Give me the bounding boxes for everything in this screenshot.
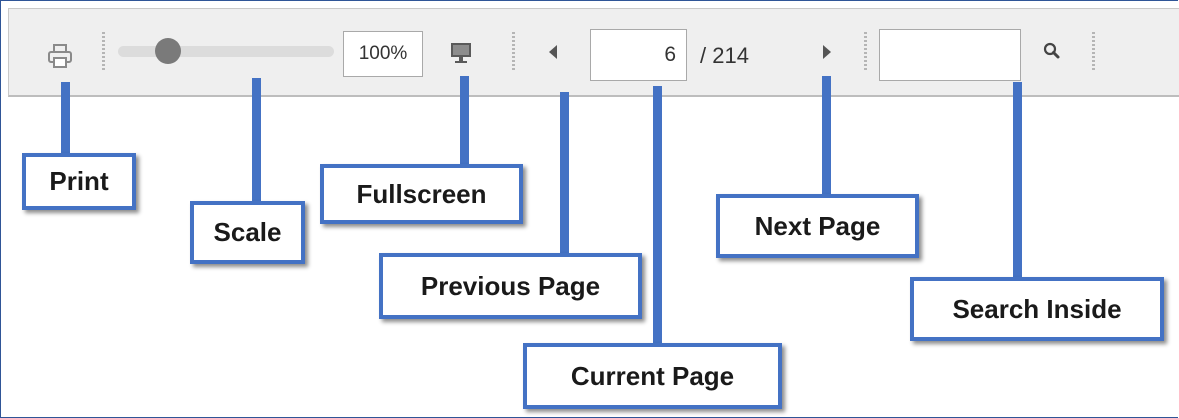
callout-line-print	[61, 82, 70, 158]
callout-label-current-page: Current Page	[523, 343, 782, 409]
scale-slider-track[interactable]	[118, 46, 334, 57]
monitor-icon[interactable]	[448, 40, 474, 66]
callout-label-print: Print	[22, 153, 136, 210]
toolbar-separator	[1092, 32, 1095, 72]
callout-label-scale: Scale	[190, 201, 305, 264]
triangle-right-icon[interactable]	[820, 42, 834, 62]
scale-slider-thumb[interactable]	[155, 38, 181, 64]
current-page-input[interactable]: 6	[590, 29, 687, 81]
total-pages-label: / 214	[700, 43, 749, 68]
callout-line-current-page	[653, 86, 662, 348]
toolbar-separator	[102, 32, 105, 72]
toolbar-separator	[512, 32, 515, 72]
callout-line-previous-page	[560, 92, 569, 258]
print-icon[interactable]	[45, 41, 75, 71]
callout-label-fullscreen: Fullscreen	[320, 164, 523, 224]
magnifier-icon[interactable]	[1041, 40, 1063, 62]
callout-line-search-inside	[1013, 82, 1022, 282]
callout-line-scale	[252, 78, 261, 206]
search-input[interactable]	[879, 29, 1021, 81]
callout-line-fullscreen	[460, 76, 469, 168]
callout-label-next-page: Next Page	[716, 194, 919, 258]
callout-line-next-page	[822, 76, 831, 198]
callout-label-previous-page: Previous Page	[379, 253, 642, 319]
triangle-left-icon[interactable]	[546, 42, 560, 62]
toolbar-separator	[864, 32, 867, 72]
callout-label-search-inside: Search Inside	[910, 277, 1164, 341]
zoom-input[interactable]: 100%	[343, 31, 423, 77]
